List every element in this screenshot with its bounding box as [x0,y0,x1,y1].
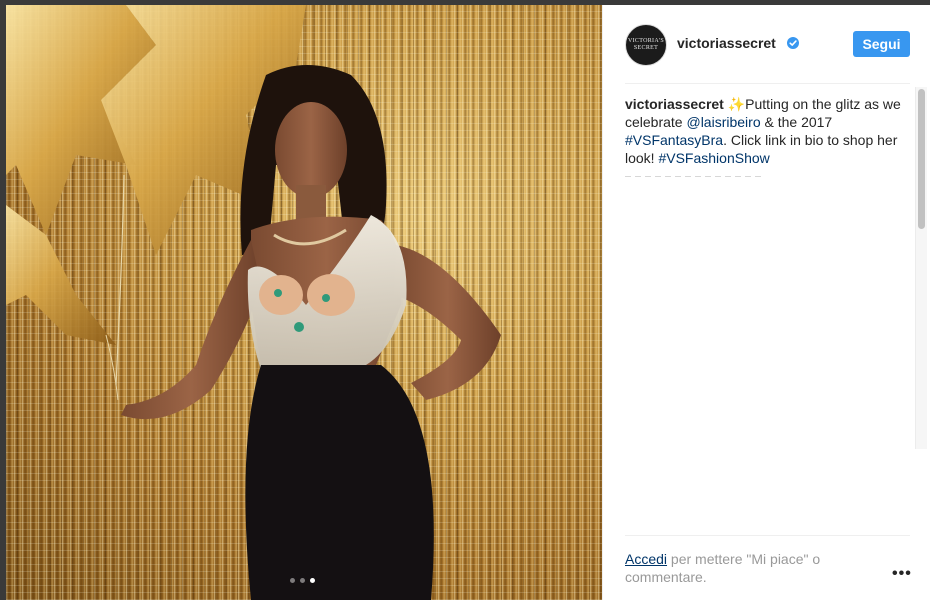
comments-scrollbar[interactable] [915,87,927,449]
verified-badge-icon [787,37,799,49]
caption-username[interactable]: victoriassecret [625,96,724,112]
post-caption: victoriassecret ✨Putting on the glitz as… [625,95,907,167]
avatar-logo-text: VICTORIA'S SECRET [628,38,664,51]
hashtag-link[interactable]: #VSFantasyBra [625,132,723,148]
footer-divider [625,535,910,536]
profile-avatar[interactable]: VICTORIA'S SECRET [625,24,667,66]
login-prompt: Accedi per mettere "Mi piace" o commenta… [625,550,865,586]
login-link[interactable]: Accedi [625,551,667,567]
post-sidebar: VICTORIA'S SECRET victoriassecret Segui … [602,5,930,600]
mention-link[interactable]: @laisribeiro [686,114,760,130]
post-modal: VICTORIA'S SECRET victoriassecret Segui … [6,5,930,600]
balloon-star [6,205,116,345]
sparkles-emoji: ✨ [727,96,746,112]
header-username[interactable]: victoriassecret [677,35,776,51]
carousel-dot [300,578,305,583]
post-header: VICTORIA'S SECRET victoriassecret Segui [603,5,930,83]
caption-text: & the 2017 [760,114,833,130]
scrollbar-thumb[interactable] [918,89,925,229]
carousel-dot-active [310,578,315,583]
photo-illustration [6,5,501,600]
follow-button[interactable]: Segui [853,31,910,57]
carousel-dot [290,578,295,583]
header-divider [625,83,910,84]
carousel-indicator [290,578,315,583]
post-image[interactable] [6,5,602,600]
hashtag-link[interactable]: #VSFashionShow [658,150,769,166]
more-options-icon[interactable]: ••• [892,565,912,583]
comments-loading-placeholder [625,176,765,177]
